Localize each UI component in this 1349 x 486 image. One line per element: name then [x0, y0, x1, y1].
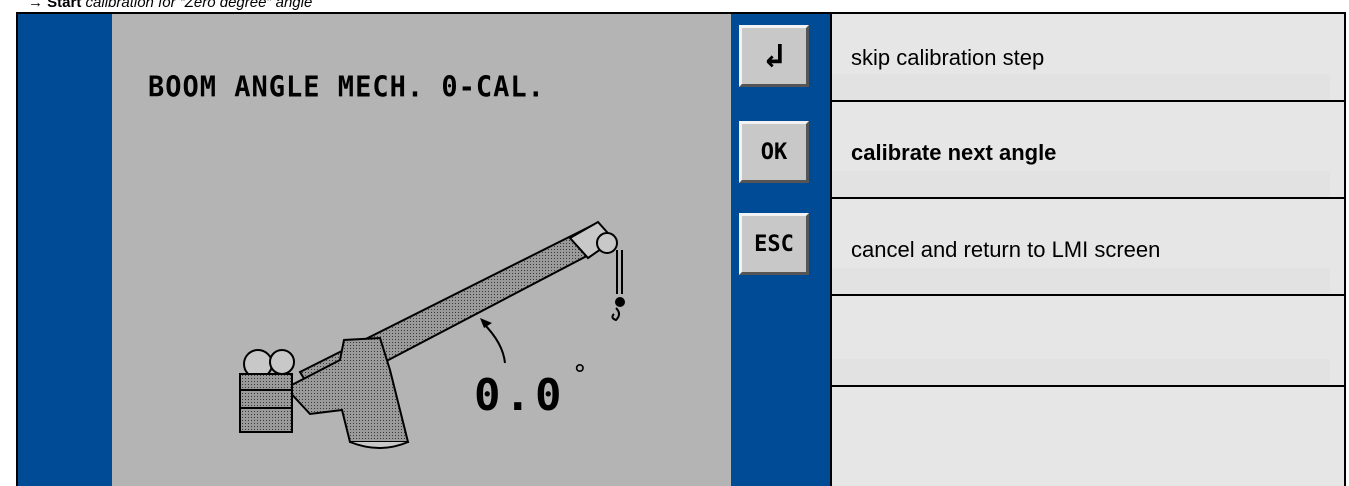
cell-shade [832, 171, 1330, 197]
table-border-right [1344, 12, 1346, 486]
caption-arrow: → [28, 0, 43, 11]
esc-key-label: ESC [754, 231, 794, 257]
crane-illustration [239, 220, 625, 449]
counterweight-icon [239, 373, 293, 433]
description-cell: calibrate next angle [832, 102, 1344, 197]
enter-icon: ↲ [763, 36, 785, 76]
degree-symbol: ° [572, 360, 588, 390]
esc-key-button[interactable]: ESC [739, 213, 809, 275]
description-cell [832, 296, 1344, 385]
enter-key-button[interactable]: ↲ [739, 25, 809, 87]
lcd-title: BOOM ANGLE MECH. 0-CAL. [148, 71, 545, 104]
cell-shade [832, 74, 1330, 100]
figure-caption: → Start calibration for “Zero degree” an… [28, 0, 312, 11]
angle-arrow-icon [482, 322, 506, 364]
hook-icon [615, 297, 625, 307]
ok-key-button[interactable]: OK [739, 121, 809, 183]
caption-bold: Start [47, 0, 82, 11]
description-calibrate: calibrate next angle [851, 140, 1057, 165]
lcd-left-band [18, 14, 112, 486]
ok-key-label: OK [760, 139, 788, 165]
description-cell: cancel and return to LMI screen [832, 199, 1344, 294]
description-cell [832, 387, 1344, 486]
cell-shade [832, 268, 1330, 294]
cell-shade [832, 359, 1330, 385]
description-cancel: cancel and return to LMI screen [851, 237, 1161, 262]
description-skip: skip calibration step [851, 45, 1045, 70]
description-cell: skip calibration step [832, 14, 1344, 100]
caption-text: calibration for “Zero degree” angle [81, 0, 313, 11]
angle-readout: 0.0 [474, 370, 566, 421]
